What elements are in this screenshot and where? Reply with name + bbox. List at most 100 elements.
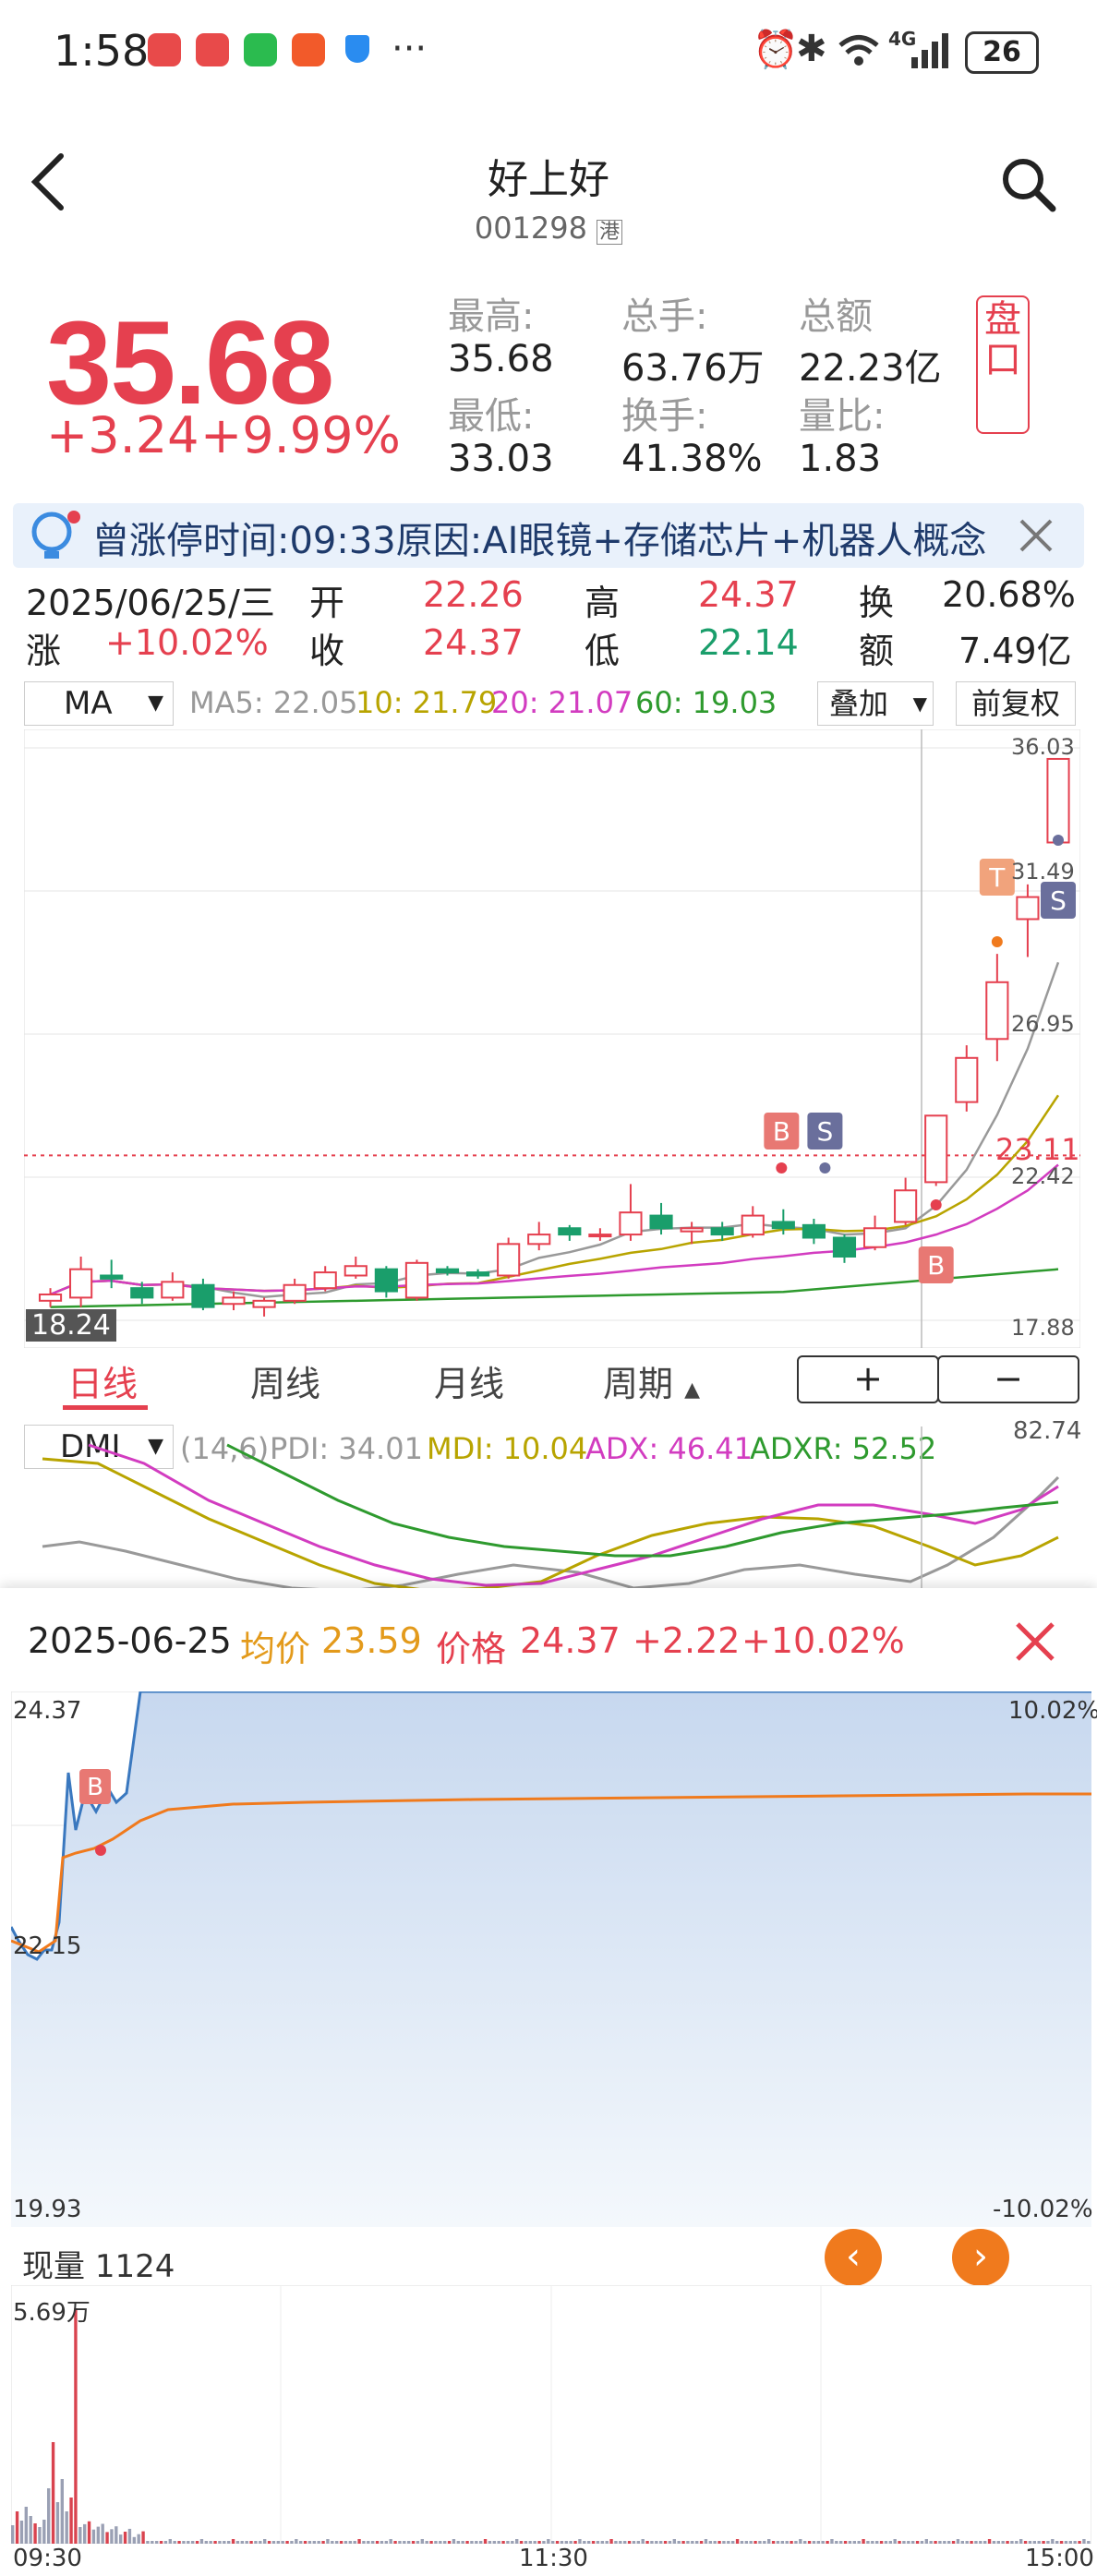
volume-bar	[24, 2507, 28, 2544]
candle-body	[404, 1261, 429, 1299]
next-bar-button[interactable]: ›	[952, 2229, 1009, 2286]
volume-bar	[591, 2541, 596, 2544]
volume-bar	[744, 2541, 748, 2544]
volume-bar	[231, 2539, 235, 2544]
volume-bar	[331, 2541, 334, 2544]
tab-weekly[interactable]: 周线	[250, 1355, 320, 1406]
volume-bar	[105, 2532, 109, 2544]
volume-bar	[420, 2539, 424, 2544]
volume-bar	[790, 2541, 793, 2544]
volume-bar	[1046, 2541, 1050, 2544]
volume-chart[interactable]	[11, 2285, 1091, 2544]
kline-chart[interactable]: B SBTS	[24, 729, 1080, 1348]
tab-monthly[interactable]: 月线	[434, 1355, 504, 1406]
candle-body	[588, 1234, 612, 1238]
volume-bar	[1073, 2541, 1077, 2544]
close-icon[interactable]	[1018, 517, 1055, 554]
indicator-select[interactable]: MA ▼	[24, 681, 174, 726]
zoom-out-button[interactable]: −	[937, 1355, 1079, 1403]
volume-bar	[199, 2539, 204, 2544]
candle-body	[771, 1221, 795, 1230]
more-icon: ···	[392, 28, 428, 70]
candle-body	[955, 1056, 979, 1103]
volume-bar	[357, 2539, 361, 2544]
volume-bar	[785, 2541, 789, 2544]
adjust-button[interactable]: 前复权	[956, 681, 1076, 726]
volume-bar	[821, 2541, 825, 2544]
volume-max-label: 5.69万	[13, 2299, 90, 2327]
volume-bar	[101, 2523, 104, 2544]
tab-period[interactable]: 周期 ▲	[603, 1355, 700, 1406]
candle-body	[100, 1274, 124, 1280]
volume-bar	[429, 2541, 433, 2544]
active-tab-indicator	[63, 1405, 148, 1410]
buy-marker: B	[927, 1250, 945, 1281]
intraday-pct-bottom: -10.02%	[993, 2196, 1093, 2223]
candle-body	[497, 1243, 521, 1277]
intraday-chart[interactable]: B	[11, 1691, 1091, 2227]
volume-bar	[303, 2541, 307, 2544]
tab-period-label: 周期	[603, 1364, 674, 1404]
volume-bar	[218, 2541, 222, 2544]
volume-bar	[915, 2541, 920, 2544]
close-icon[interactable]	[1014, 1620, 1056, 1663]
volume-bar	[362, 2541, 366, 2544]
zoom-in-button[interactable]: +	[797, 1355, 939, 1403]
page-title: 好上好	[488, 156, 609, 203]
pankou-button[interactable]: 盘口	[976, 295, 1030, 434]
time-mid: 11:30	[519, 2545, 588, 2572]
candle-body	[344, 1265, 368, 1277]
volume-bar	[1059, 2541, 1064, 2544]
volume-bar	[403, 2541, 406, 2544]
message-app-icon	[292, 33, 325, 66]
candle-body	[680, 1227, 704, 1233]
volume-bar	[1068, 2541, 1072, 2544]
tab-daily[interactable]: 日线	[67, 1355, 138, 1406]
volume-bar	[681, 2541, 685, 2544]
volume-bar	[155, 2541, 159, 2544]
volume-bar	[281, 2541, 284, 2544]
volume-bar	[691, 2541, 694, 2544]
volume-bar	[213, 2541, 217, 2544]
volume-bar	[812, 2541, 816, 2544]
y-label-top: 36.03	[1011, 734, 1075, 760]
volume-bar	[862, 2539, 865, 2544]
dmi-chart[interactable]	[24, 1426, 1080, 1593]
volume-bar	[871, 2541, 874, 2544]
volume-bar	[987, 2539, 992, 2544]
volume-bar	[943, 2541, 946, 2544]
volume-bar	[488, 2541, 492, 2544]
day-turnover-value: 20.68%	[942, 574, 1076, 615]
volume-bar	[182, 2541, 186, 2544]
sell-dot	[1053, 835, 1064, 846]
volume-bar	[65, 2511, 68, 2544]
volume-bar	[33, 2523, 37, 2544]
volume-bar	[875, 2541, 879, 2544]
buy-marker: B	[773, 1116, 790, 1147]
volume-bar	[717, 2541, 721, 2544]
volume-bar	[96, 2526, 100, 2544]
volume-bar	[1006, 2541, 1009, 2544]
volume-bar	[15, 2511, 19, 2544]
volume-bar	[501, 2541, 505, 2544]
volume-bar	[866, 2541, 870, 2544]
volume-bar	[979, 2541, 982, 2544]
prev-bar-button[interactable]: ‹	[825, 2229, 882, 2286]
volume-bar	[573, 2541, 577, 2544]
volume-bar	[425, 2541, 428, 2544]
volume-bar	[830, 2539, 834, 2544]
indicator-select-value: MA	[64, 685, 113, 722]
volume-bar	[335, 2541, 339, 2544]
volume-bar	[1042, 2541, 1045, 2544]
volume-bar	[596, 2541, 600, 2544]
overlay-label: 叠加	[829, 686, 889, 721]
overlay-button[interactable]: 叠加 ▼	[817, 681, 934, 726]
volume-bar	[960, 2541, 964, 2544]
volume-bar	[285, 2541, 289, 2544]
volume-bar	[668, 2541, 672, 2544]
volume-bar	[168, 2539, 172, 2544]
volume-bar	[731, 2541, 735, 2544]
candle-body	[252, 1299, 276, 1308]
volume-bar	[893, 2539, 897, 2544]
volume-bar	[307, 2541, 312, 2544]
